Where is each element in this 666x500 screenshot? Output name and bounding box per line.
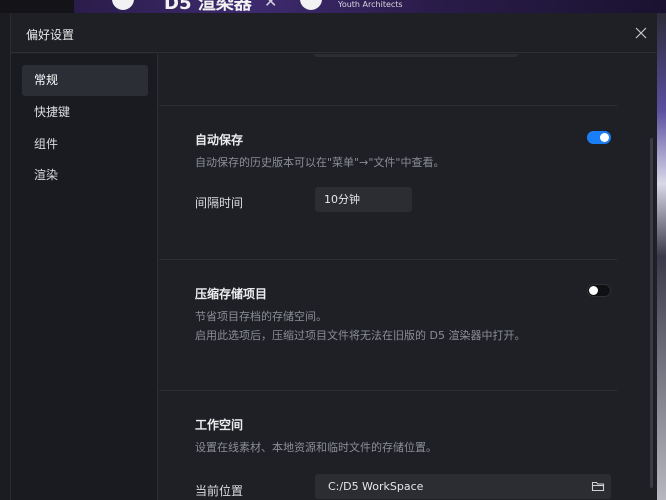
partner-logo-icon — [300, 0, 322, 10]
d5-logo-icon — [112, 0, 134, 10]
interval-select[interactable]: 10分钟 — [315, 187, 412, 212]
location-label: 当前位置 — [195, 484, 244, 498]
section-divider — [159, 259, 617, 260]
autosave-description: 自动保存的历史版本可以在"菜单"→"文件"中查看。 — [195, 156, 445, 169]
autosave-toggle[interactable] — [587, 131, 611, 144]
close-icon — [635, 27, 647, 39]
toggle-knob — [589, 286, 598, 295]
sidebar-item-render[interactable]: 渲染 — [22, 160, 148, 191]
sidebar-item-shortcuts[interactable]: 快捷键 — [22, 97, 148, 128]
settings-content: 自动保存 自动保存的历史版本可以在"菜单"→"文件"中查看。 间隔时间 10分钟… — [159, 54, 658, 500]
workspace-title: 工作空间 — [195, 418, 244, 432]
autosave-title: 自动保存 — [195, 133, 244, 147]
close-button[interactable] — [633, 25, 649, 41]
previous-field-remnant — [314, 54, 518, 57]
workspace-description: 设置在线素材、本地资源和临时文件的存储位置。 — [195, 441, 437, 454]
compress-title: 压缩存储项目 — [195, 287, 268, 301]
preferences-dialog: 偏好设置 常规 快捷键 组件 渲染 自动保存 自动保存的历史版本可以在"菜单"→… — [10, 13, 658, 500]
dialog-header: 偏好设置 — [11, 13, 658, 53]
sidebar-item-components[interactable]: 组件 — [22, 129, 148, 160]
content-scrollbar[interactable] — [650, 138, 653, 488]
sidebar-item-label: 快捷键 — [34, 105, 71, 119]
compress-description-line2: 启用此选项后，压缩过项目文件将无法在旧版的 D5 渲染器中打开。 — [195, 329, 526, 342]
interval-label: 间隔时间 — [195, 196, 244, 210]
sidebar-item-general[interactable]: 常规 — [22, 65, 148, 96]
sidebar-item-label: 常规 — [34, 73, 59, 87]
toggle-knob — [600, 133, 609, 142]
background-right-strip — [657, 13, 666, 500]
section-divider — [159, 390, 617, 391]
location-field[interactable]: C:/D5 WorkSpace — [315, 474, 611, 499]
interval-value: 10分钟 — [324, 193, 360, 206]
background-banner: D5 渲染器 ✕ Youth Architects — [74, 0, 666, 13]
section-divider — [159, 105, 617, 106]
banner-separator: ✕ — [264, 0, 278, 11]
sidebar: 常规 快捷键 组件 渲染 — [11, 54, 158, 500]
sidebar-item-label: 组件 — [34, 137, 59, 151]
location-value: C:/D5 WorkSpace — [328, 480, 424, 493]
sidebar-item-label: 渲染 — [34, 168, 59, 182]
compress-description-line1: 节省项目存档的存储空间。 — [195, 310, 327, 323]
folder-icon[interactable] — [591, 479, 605, 493]
dialog-title: 偏好设置 — [26, 28, 75, 42]
banner-partner-text: Youth Architects — [338, 0, 403, 9]
compress-toggle[interactable] — [587, 284, 611, 297]
banner-brand-text: D5 渲染器 — [164, 0, 252, 13]
